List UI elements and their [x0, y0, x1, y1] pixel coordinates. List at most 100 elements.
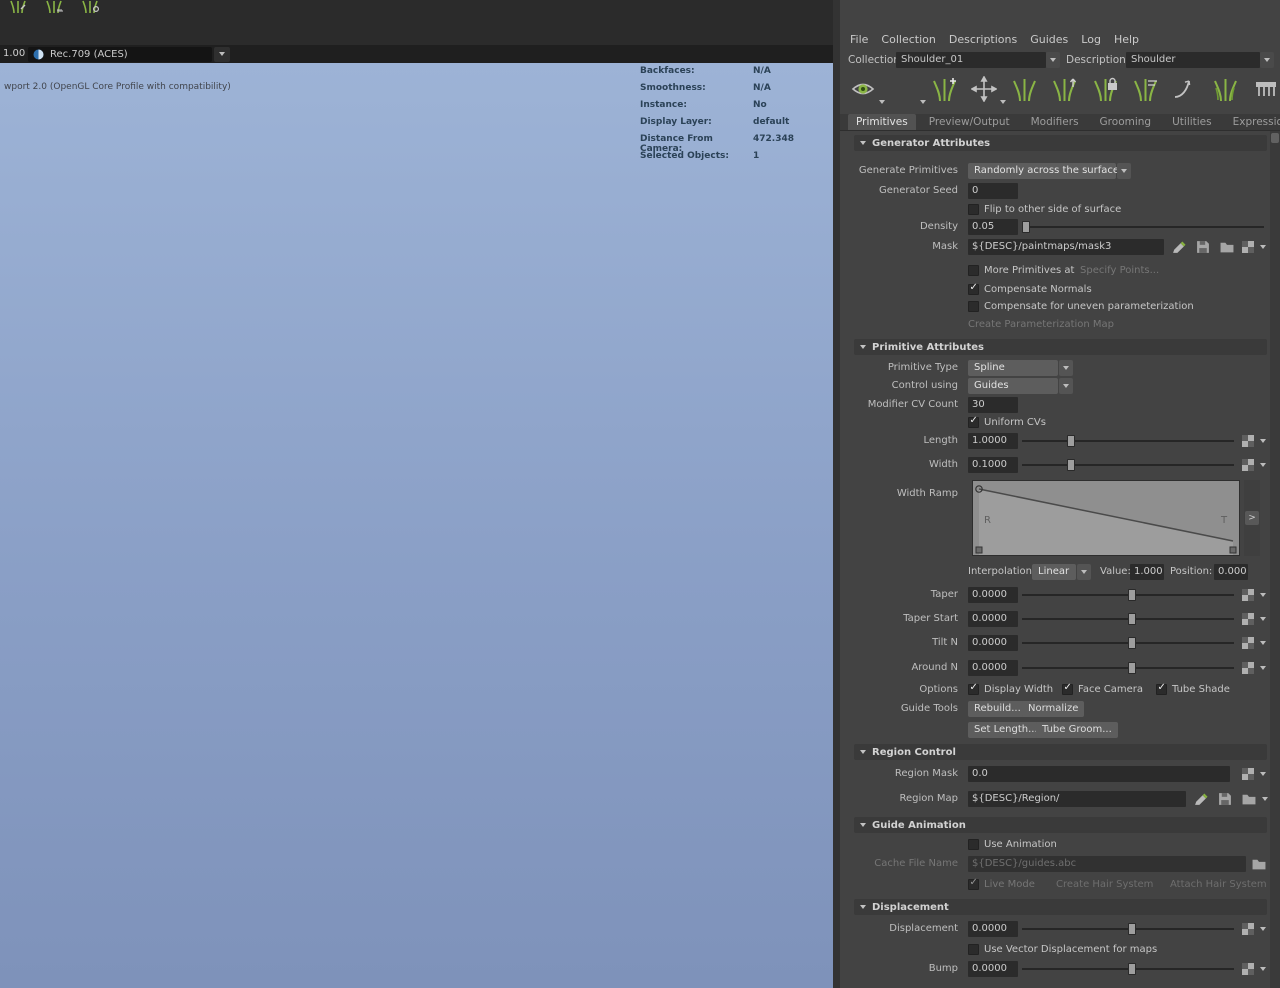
paint-brush-icon[interactable]: [1172, 240, 1186, 254]
density-slider[interactable]: [1022, 219, 1264, 235]
use-animation-checkbox[interactable]: [968, 839, 979, 850]
bump-slider[interactable]: [1022, 961, 1234, 977]
section-guide-animation[interactable]: Guide Animation: [854, 817, 1267, 833]
panel-splitter[interactable]: [833, 0, 840, 988]
generator-seed-field[interactable]: 0: [968, 183, 1018, 199]
displacement-field[interactable]: 0.0000: [968, 921, 1018, 937]
vector-displacement-checkbox[interactable]: [968, 944, 979, 955]
displacement-slider[interactable]: [1022, 921, 1234, 937]
width-ramp-editor[interactable]: R T: [972, 480, 1240, 556]
map-button[interactable]: [1242, 613, 1254, 625]
chevron-down-icon[interactable]: [1077, 564, 1091, 580]
exposure-value[interactable]: 1.00: [3, 48, 25, 59]
map-button[interactable]: [1242, 662, 1254, 674]
section-primitive-attributes[interactable]: Primitive Attributes: [854, 339, 1267, 355]
map-button[interactable]: [1242, 637, 1254, 649]
map-button[interactable]: [1242, 459, 1254, 471]
ramp-position-field[interactable]: 0.000: [1214, 564, 1248, 580]
map-button[interactable]: [1242, 963, 1254, 975]
region-mask-field[interactable]: 0.0: [968, 766, 1230, 782]
rebuild-button[interactable]: Rebuild...: [968, 701, 1027, 717]
section-region-control[interactable]: Region Control: [854, 744, 1267, 760]
interpolation-select[interactable]: Linear: [1032, 564, 1076, 580]
map-button[interactable]: [1242, 923, 1254, 935]
ramp-value-field[interactable]: 1.000: [1130, 564, 1164, 580]
chevron-down-icon[interactable]: [1256, 611, 1270, 627]
save-icon[interactable]: [1196, 240, 1210, 254]
taper-start-field[interactable]: 0.0000: [968, 611, 1018, 627]
ramp-key-marker[interactable]: [1229, 546, 1237, 554]
folder-icon[interactable]: [1252, 857, 1266, 871]
chevron-down-icon[interactable]: [1256, 587, 1270, 603]
normalize-button[interactable]: Normalize: [1022, 701, 1085, 717]
chevron-down-icon[interactable]: [1256, 239, 1270, 255]
map-button[interactable]: [1242, 435, 1254, 447]
cache-file-field[interactable]: ${DESC}/guides.abc: [968, 856, 1246, 872]
folder-icon[interactable]: [1242, 792, 1256, 806]
chevron-down-icon[interactable]: [1059, 360, 1073, 376]
display-width-checkbox[interactable]: [968, 682, 979, 695]
grass-comb-icon[interactable]: [42, 0, 66, 13]
chevron-down-icon[interactable]: [1256, 766, 1270, 782]
width-slider[interactable]: [1022, 457, 1234, 473]
section-generator-attributes[interactable]: Generator Attributes: [854, 135, 1267, 151]
mesh-object[interactable]: [0, 63, 833, 988]
live-mode-checkbox[interactable]: [968, 877, 979, 890]
around-n-field[interactable]: 0.0000: [968, 660, 1018, 676]
ramp-expand-button[interactable]: >: [1245, 511, 1259, 525]
compensate-uneven-checkbox[interactable]: [968, 301, 979, 312]
control-using-select[interactable]: Guides: [968, 378, 1058, 394]
region-map-field[interactable]: ${DESC}/Region/: [968, 791, 1186, 807]
taper-start-slider[interactable]: [1022, 611, 1234, 627]
field-label: Primitive Type: [887, 362, 958, 373]
cv-count-field[interactable]: 30: [968, 397, 1018, 413]
density-field[interactable]: 0.05: [968, 219, 1018, 235]
tube-shade-checkbox[interactable]: [1156, 682, 1167, 695]
panel-scrollbar[interactable]: [1270, 131, 1280, 988]
set-length-button[interactable]: Set Length...: [968, 722, 1044, 738]
width-field[interactable]: 0.1000: [968, 457, 1018, 473]
chevron-down-icon[interactable]: [1059, 378, 1073, 394]
chevron-down-icon[interactable]: [1256, 457, 1270, 473]
taper-field[interactable]: 0.0000: [968, 587, 1018, 603]
scrollbar-thumb[interactable]: [1271, 133, 1279, 143]
primitive-type-select[interactable]: Spline: [968, 360, 1058, 376]
chevron-down-icon[interactable]: [1117, 163, 1131, 179]
colorspace-dropdown-arrow[interactable]: [214, 46, 230, 62]
tilt-n-field[interactable]: 0.0000: [968, 635, 1018, 651]
field-label: Tilt N: [932, 637, 958, 648]
length-field[interactable]: 1.0000: [968, 433, 1018, 449]
grass-place-icon[interactable]: [78, 0, 102, 13]
folder-icon[interactable]: [1220, 240, 1234, 254]
chevron-down-icon[interactable]: [1256, 433, 1270, 449]
bump-field[interactable]: 0.0000: [968, 961, 1018, 977]
map-button[interactable]: [1242, 241, 1254, 253]
grass-pencil-icon[interactable]: [6, 0, 30, 13]
more-primitives-checkbox[interactable]: [968, 265, 979, 276]
chevron-down-icon[interactable]: [1256, 660, 1270, 676]
compensate-normals-checkbox[interactable]: [968, 282, 979, 295]
uniform-cvs-row: Uniform CVs: [840, 415, 1280, 431]
colorspace-select[interactable]: Rec.709 (ACES): [28, 46, 212, 62]
length-slider[interactable]: [1022, 433, 1234, 449]
tube-groom-button[interactable]: Tube Groom...: [1036, 722, 1118, 738]
chevron-down-icon[interactable]: [1256, 961, 1270, 977]
section-displacement[interactable]: Displacement: [854, 899, 1267, 915]
taper-slider[interactable]: [1022, 587, 1234, 603]
save-icon[interactable]: [1218, 792, 1232, 806]
map-button[interactable]: [1242, 768, 1254, 780]
map-button[interactable]: [1242, 589, 1254, 601]
face-camera-checkbox[interactable]: [1062, 682, 1073, 695]
uniform-cvs-checkbox[interactable]: [968, 415, 979, 428]
around-n-slider[interactable]: [1022, 660, 1234, 676]
paint-brush-icon[interactable]: [1194, 792, 1208, 806]
chevron-down-icon[interactable]: [1256, 921, 1270, 937]
chevron-down-icon[interactable]: [1256, 635, 1270, 651]
ramp-key-marker[interactable]: [975, 546, 983, 554]
generate-primitives-select[interactable]: Randomly across the surface: [968, 163, 1119, 179]
mask-field[interactable]: ${DESC}/paintmaps/mask3: [968, 239, 1164, 255]
tilt-n-slider[interactable]: [1022, 635, 1234, 651]
ramp-position-label: Position:: [1170, 566, 1213, 577]
viewport-3d[interactable]: wport 2.0 (OpenGL Core Profile with comp…: [0, 63, 833, 988]
flip-checkbox[interactable]: [968, 204, 979, 215]
